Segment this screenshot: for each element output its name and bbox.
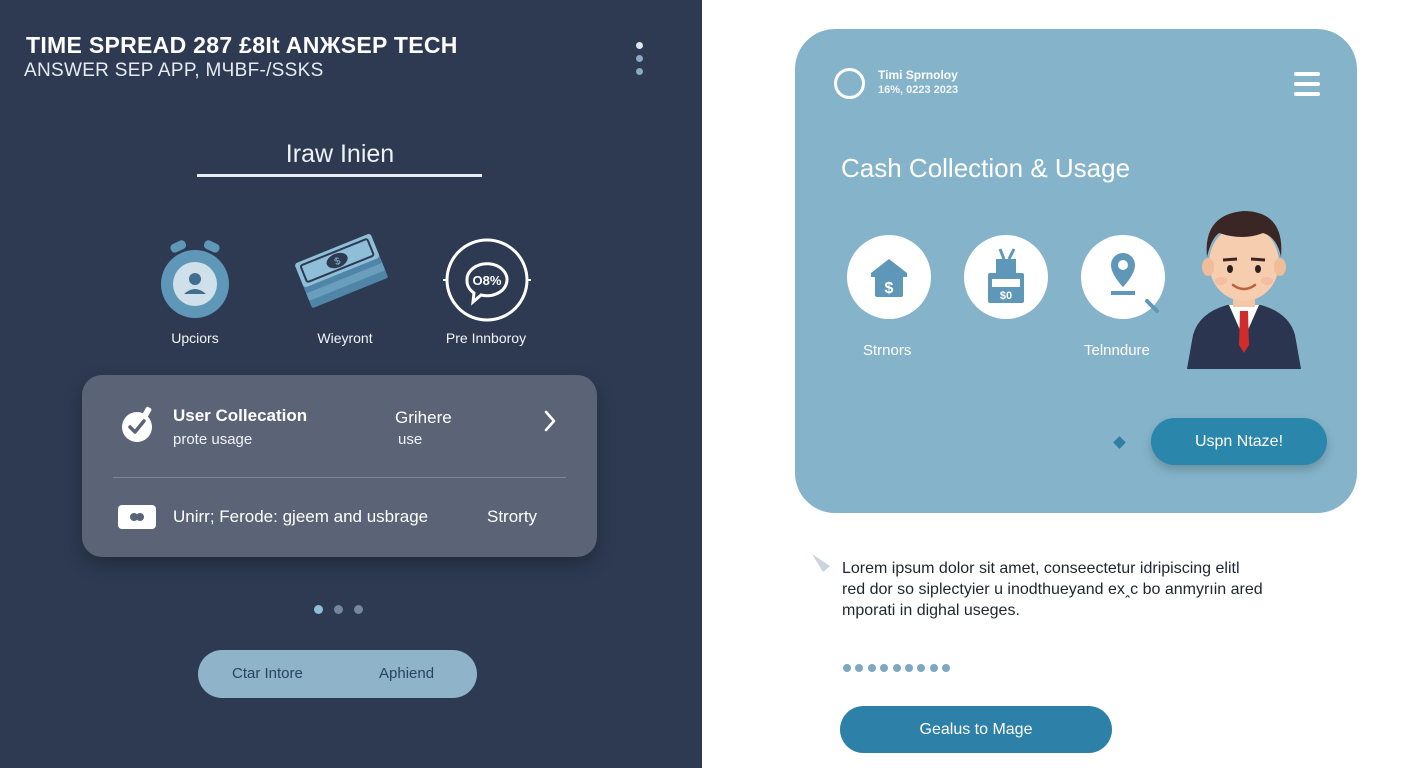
- carousel-dots-right: [843, 659, 955, 677]
- cash-collection-card: Timi Sprnoloy 16%, 0223 2023 Cash Collec…: [795, 29, 1357, 513]
- svg-text:O8%: O8%: [473, 273, 502, 288]
- logo-circle-icon: [834, 68, 865, 99]
- app-subtitle: ANSWER SEP APP, MЧBF-/SSKS: [24, 60, 324, 81]
- description-text: Lorem ipsum dolor sit amet, conseectetur…: [842, 558, 1322, 621]
- card-row-middle-sub: use: [398, 431, 423, 448]
- collection-card: User Collecation prote usage Grihere use…: [82, 375, 597, 557]
- card-row-title: User Collecation: [173, 406, 308, 425]
- card-row-text: Unirr; Ferode: gjeem and usbrage: [173, 507, 429, 526]
- carousel-dot[interactable]: [929, 664, 938, 672]
- cta-button[interactable]: Gealus to Mage: [840, 706, 1112, 753]
- pill-option-left[interactable]: Ctar Intore: [232, 650, 303, 698]
- carousel-dot[interactable]: [880, 664, 889, 672]
- description-line: Lorem ipsum dolor sit amet, conseectetur…: [842, 560, 1240, 577]
- carousel-dot[interactable]: [855, 664, 864, 672]
- carousel-dots: [314, 601, 374, 619]
- feature-item[interactable]: $ Wieyront: [280, 230, 410, 346]
- carousel-dot[interactable]: [917, 664, 926, 672]
- house-dollar-icon[interactable]: $: [847, 235, 931, 319]
- carousel-dot-active[interactable]: [314, 605, 323, 614]
- svg-text:$0: $0: [1000, 290, 1012, 302]
- pencil-icon: [812, 554, 830, 572]
- feature-label: Wieyront: [317, 330, 373, 346]
- pill-option-right[interactable]: Aphiend: [379, 650, 434, 698]
- carousel-dot[interactable]: [892, 664, 901, 672]
- feature-label: Pre Innboroy: [445, 330, 527, 346]
- cash-register-icon[interactable]: $0: [964, 235, 1048, 319]
- carousel-dot[interactable]: [867, 664, 876, 672]
- feature-label: Upciors: [171, 330, 219, 346]
- description-line: mporati in dighal useges.: [842, 602, 1020, 619]
- diamond-icon: [1113, 436, 1126, 449]
- feature-item[interactable]: Upciors: [130, 230, 260, 346]
- card-title: Cash Collection & Usage: [841, 153, 1131, 183]
- primary-action-button[interactable]: Uspn Ntaze!: [1151, 418, 1327, 465]
- segmented-pill: Ctar Intore Aphiend: [198, 650, 477, 698]
- hamburger-menu-icon[interactable]: [1294, 72, 1320, 96]
- businessman-avatar-icon: [1187, 211, 1301, 369]
- svg-text:$: $: [885, 280, 894, 297]
- brand-name: Timi Sprnoloy: [878, 68, 958, 82]
- carousel-dot[interactable]: [942, 664, 951, 672]
- left-panel: TIME SPREAD 287 £8It ANЖSEP TECH ANSWER …: [0, 0, 702, 768]
- app-title: TIME SPREAD 287 £8It ANЖSEP TECH: [26, 32, 458, 58]
- feature-item[interactable]: O8% Pre Innboroy: [421, 230, 551, 346]
- card-row-usage[interactable]: Unirr; Ferode: gjeem and usbrage Strorty: [82, 479, 597, 557]
- section-underline: [197, 174, 482, 177]
- carousel-dot[interactable]: [334, 605, 343, 614]
- location-search-icon[interactable]: [1081, 235, 1165, 319]
- chevron-right-icon: [544, 410, 556, 432]
- card-row-middle-title: Grihere: [395, 408, 452, 427]
- section-heading: Iraw Inien: [285, 140, 395, 168]
- description-line: red dor so siplectyier u inodthueyand ex…: [842, 581, 1263, 598]
- check-timer-icon: [122, 406, 152, 442]
- card-row-end-label: Strorty: [487, 507, 538, 526]
- alarm-clock-user-icon: [161, 240, 229, 318]
- card-row-user-collection[interactable]: User Collecation prote usage Grihere use: [82, 375, 597, 475]
- circle-label: Telnndure: [1084, 342, 1150, 359]
- percent-chat-icon: O8%: [443, 238, 531, 322]
- circle-label: Strnors: [863, 342, 912, 359]
- carousel-dot[interactable]: [843, 664, 851, 672]
- brand-date: 16%, 0223 2023: [878, 84, 959, 96]
- card-row-subtitle: prote usage: [173, 431, 253, 448]
- ticket-icon: [118, 505, 156, 529]
- card-divider: [113, 477, 566, 478]
- kebab-menu-icon[interactable]: [628, 38, 650, 82]
- money-stack-icon: $: [295, 234, 388, 308]
- carousel-dot[interactable]: [354, 605, 363, 614]
- carousel-dot[interactable]: [904, 664, 913, 672]
